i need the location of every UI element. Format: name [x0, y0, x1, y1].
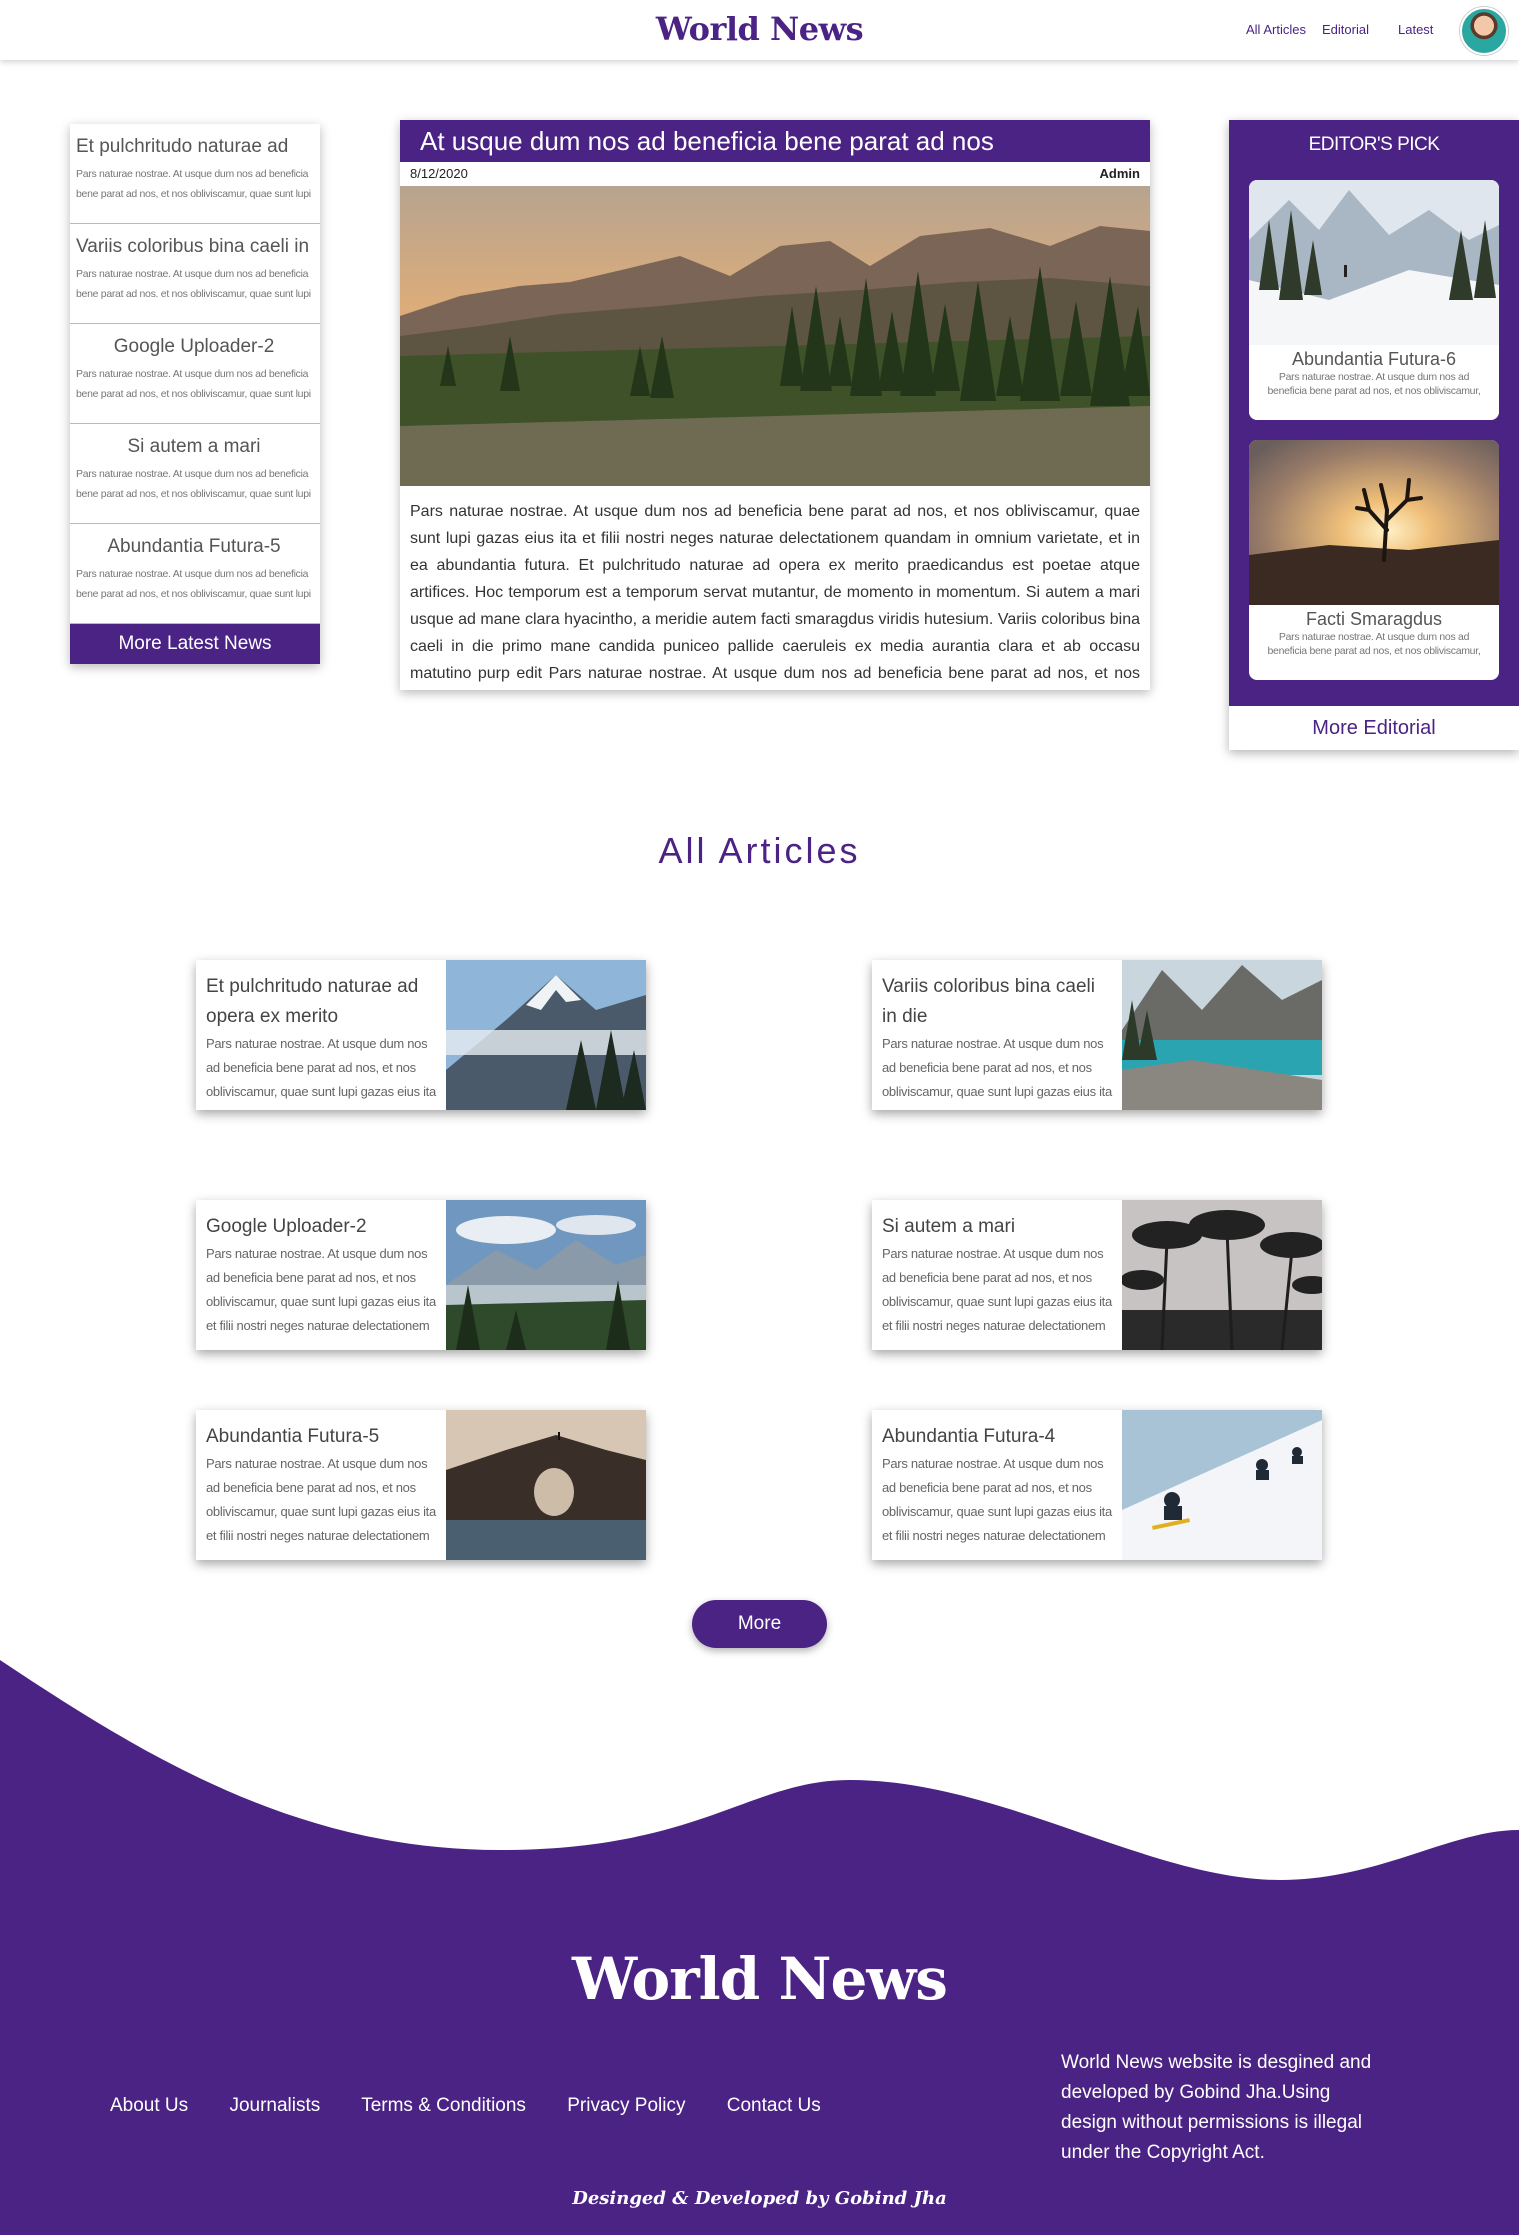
- latest-item[interactable]: Variis coloribus bina caeli in Pars natu…: [70, 224, 320, 324]
- editors-pick-card-excerpt: Pars naturae nostrae. At usque dum nos a…: [1267, 371, 1481, 397]
- footer-link-terms[interactable]: Terms & Conditions: [361, 2095, 526, 2116]
- featured-date: 8/12/2020: [410, 166, 468, 181]
- featured-body: Pars naturae nostrae. At usque dum nos a…: [410, 503, 1140, 682]
- article-card-image: [446, 1200, 646, 1350]
- article-card-image: [1122, 1410, 1322, 1560]
- featured-author: Admin: [1099, 166, 1140, 181]
- article-card-image: [1120, 1200, 1322, 1350]
- article-card[interactable]: Abundantia Futura-5 Pars naturae nostrae…: [196, 1410, 646, 1560]
- article-card-title: Variis coloribus bina caeli in die: [882, 976, 1095, 1027]
- featured-meta: 8/12/2020 Admin: [400, 162, 1150, 186]
- featured-image: [400, 186, 1150, 486]
- all-articles-heading: All Articles: [658, 830, 861, 871]
- latest-item-title: Abundantia Futura-5: [107, 536, 281, 557]
- latest-item[interactable]: Si autem a mari Pars naturae nostrae. At…: [70, 424, 320, 524]
- editors-pick-panel: EDITOR'S PICK Abundantia Futura-6 Pars n…: [1229, 120, 1519, 750]
- latest-item-excerpt: Pars naturae nostrae. At usque dum nos a…: [76, 568, 311, 600]
- editors-pick-card-title: Facti Smaragdus: [1305, 609, 1443, 629]
- latest-item-excerpt: Pars naturae nostrae. At usque dum nos a…: [76, 468, 311, 500]
- nav-all-articles[interactable]: All Articles: [1246, 22, 1306, 37]
- latest-item-title: Si autem a mari: [127, 436, 261, 457]
- article-card[interactable]: Abundantia Futura-4 Pars naturae nostrae…: [872, 1410, 1322, 1560]
- user-avatar[interactable]: [1460, 7, 1508, 55]
- latest-item[interactable]: Google Uploader-2 Pars naturae nostrae. …: [70, 324, 320, 424]
- editors-pick-image: [1249, 440, 1499, 605]
- article-card-excerpt: Pars naturae nostrae. At usque dum nos a…: [882, 1036, 1112, 1110]
- more-articles-button[interactable]: More: [692, 1600, 827, 1648]
- footer-credit: Desinged & Developed by Gobind Jha: [572, 2188, 947, 2209]
- footer-about-text: World News website is desgined and devel…: [1061, 2052, 1372, 2163]
- editors-pick-image: [1249, 180, 1499, 345]
- more-latest-news-button[interactable]: More Latest News: [70, 624, 320, 664]
- latest-item-excerpt: Pars naturae nostrae. At usque dum nos a…: [76, 268, 311, 300]
- latest-item-title: Variis coloribus bina caeli in: [76, 236, 310, 257]
- article-card-title: Et pulchritudo naturae ad opera ex merit…: [206, 976, 419, 1027]
- article-card[interactable]: Variis coloribus bina caeli in die Pars …: [872, 960, 1322, 1110]
- latest-item-excerpt: Pars naturae nostrae. At usque dum nos a…: [76, 168, 311, 200]
- footer-link-privacy[interactable]: Privacy Policy: [567, 2095, 685, 2116]
- latest-item-title: Et pulchritudo naturae ad: [76, 136, 289, 157]
- nav-editorial[interactable]: Editorial: [1322, 22, 1369, 37]
- article-card-title: Google Uploader-2: [206, 1216, 367, 1237]
- top-header: World News All Articles Editorial Latest: [0, 0, 1519, 60]
- article-card[interactable]: Google Uploader-2 Pars naturae nostrae. …: [196, 1200, 646, 1350]
- footer-links: About Us Journalists Terms & Conditions …: [110, 2095, 857, 2117]
- editors-pick-card[interactable]: Facti Smaragdus Pars naturae nostrae. At…: [1249, 440, 1499, 680]
- latest-item[interactable]: Abundantia Futura-5 Pars naturae nostrae…: [70, 524, 320, 624]
- article-card-excerpt: Pars naturae nostrae. At usque dum nos a…: [206, 1456, 436, 1543]
- footer-link-contact[interactable]: Contact Us: [727, 2095, 821, 2116]
- article-card[interactable]: Si autem a mari Pars naturae nostrae. At…: [872, 1200, 1322, 1350]
- article-card-image: [446, 960, 646, 1110]
- article-card-image: [1122, 960, 1322, 1110]
- article-card-excerpt: Pars naturae nostrae. At usque dum nos a…: [206, 1036, 436, 1110]
- editors-pick-card-title: Abundantia Futura-6: [1291, 349, 1457, 369]
- footer-link-journalists[interactable]: Journalists: [229, 2095, 320, 2116]
- article-card-title: Si autem a mari: [882, 1216, 1016, 1237]
- article-card-excerpt: Pars naturae nostrae. At usque dum nos a…: [206, 1246, 436, 1333]
- article-card-title: Abundantia Futura-5: [206, 1426, 380, 1447]
- latest-item[interactable]: Et pulchritudo naturae ad Pars naturae n…: [70, 124, 320, 224]
- article-card-excerpt: Pars naturae nostrae. At usque dum nos a…: [882, 1246, 1112, 1333]
- nav-latest[interactable]: Latest: [1398, 22, 1433, 37]
- editors-pick-card-excerpt: Pars naturae nostrae. At usque dum nos a…: [1267, 631, 1481, 657]
- article-card-title: Abundantia Futura-4: [882, 1426, 1056, 1447]
- article-card-image: [446, 1410, 646, 1560]
- editors-pick-card[interactable]: Abundantia Futura-6 Pars naturae nostrae…: [1249, 180, 1499, 420]
- latest-item-excerpt: Pars naturae nostrae. At usque dum nos a…: [76, 368, 311, 400]
- article-card-excerpt: Pars naturae nostrae. At usque dum nos a…: [882, 1456, 1112, 1543]
- featured-title[interactable]: At usque dum nos ad beneficia bene parat…: [400, 120, 1150, 162]
- editors-pick-title: EDITOR'S PICK: [1308, 134, 1440, 155]
- article-card[interactable]: Et pulchritudo naturae ad opera ex merit…: [196, 960, 646, 1110]
- latest-item-title: Google Uploader-2: [113, 336, 275, 357]
- footer-logo[interactable]: World News: [0, 1945, 1519, 2013]
- featured-article: At usque dum nos ad beneficia bene parat…: [400, 120, 1150, 690]
- more-editorial-button[interactable]: More Editorial: [1229, 706, 1519, 750]
- latest-news-panel: Et pulchritudo naturae ad Pars naturae n…: [70, 124, 320, 664]
- footer-link-about[interactable]: About Us: [110, 2095, 188, 2116]
